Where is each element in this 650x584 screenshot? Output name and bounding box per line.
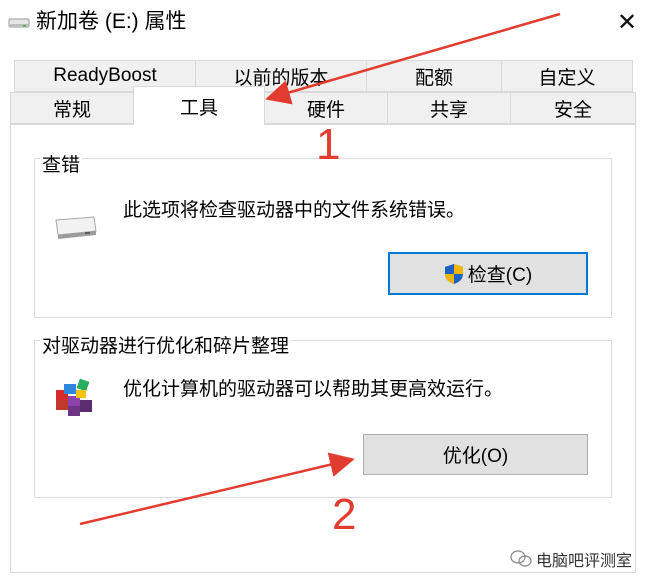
arrow-to-optimize-button bbox=[79, 452, 355, 526]
wechat-icon bbox=[510, 550, 532, 567]
annotation-arrows bbox=[79, 12, 561, 526]
tab-label: 工具 bbox=[179, 97, 218, 119]
annotation-number-2: 2 bbox=[332, 490, 357, 539]
arrow-to-tools-tab bbox=[265, 12, 561, 105]
watermark: 电脑吧评测室 bbox=[510, 547, 632, 571]
watermark-text: 电脑吧评测室 bbox=[536, 553, 633, 570]
tab-tools[interactable]: 工具 bbox=[133, 86, 265, 125]
annotation-number-1: 1 bbox=[316, 120, 341, 169]
